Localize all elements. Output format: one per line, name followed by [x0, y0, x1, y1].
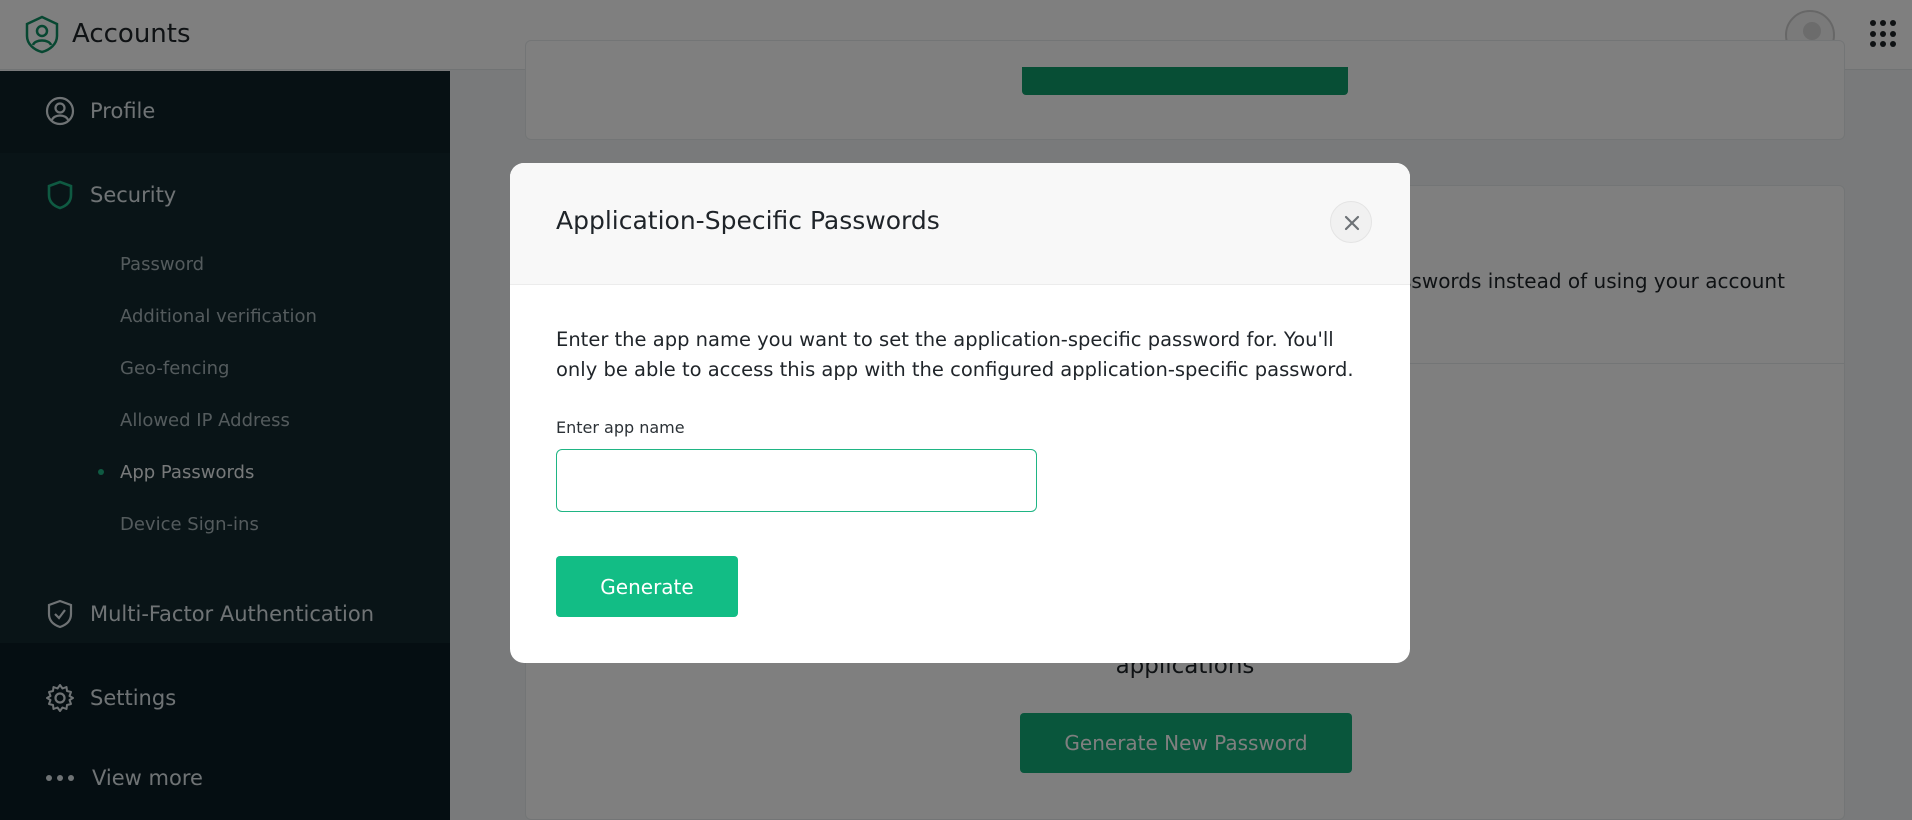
- dialog-title: Application-Specific Passwords: [556, 206, 940, 235]
- dialog-description: Enter the app name you want to set the a…: [556, 328, 1354, 381]
- dialog-header: Application-Specific Passwords: [510, 163, 1410, 285]
- app-password-dialog: Application-Specific Passwords Enter the…: [510, 163, 1410, 663]
- close-icon: [1344, 215, 1360, 231]
- generate-button[interactable]: Generate: [556, 556, 738, 617]
- app-name-label: Enter app name: [556, 418, 685, 437]
- close-button[interactable]: [1330, 201, 1372, 243]
- app-name-input[interactable]: [556, 449, 1037, 512]
